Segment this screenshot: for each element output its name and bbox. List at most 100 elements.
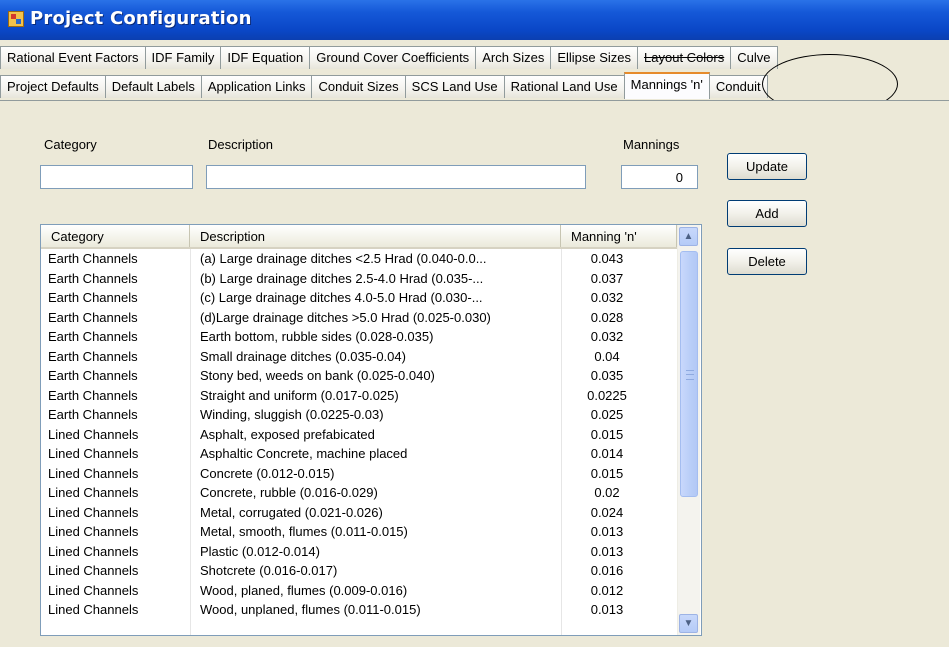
table-row[interactable]: Lined Channels Shotcrete (0.016-0.017) 0.0… (41, 561, 677, 581)
category-label: Category (44, 137, 97, 152)
cell-manning-n: 0.02 (594, 485, 620, 500)
cell-category: Lined Channels (48, 563, 139, 578)
cell-description: Plastic (0.012-0.014) (200, 543, 320, 559)
project-configuration-window: Project Configuration Rational Event Fac… (0, 0, 949, 647)
table-row[interactable]: Lined Channels Asphaltic Concrete, machin… (41, 444, 677, 464)
tab-row-2: Project Defaults Default Labels Applicatio… (0, 72, 768, 100)
tab-layout-colors[interactable]: Layout Colors (637, 46, 732, 69)
tab-culverts[interactable]: Culve (730, 46, 778, 69)
table-row[interactable]: Earth Channels Earth bottom, rubble sides… (41, 327, 677, 347)
cell-description: Concrete, rubble (0.016-0.029) (200, 485, 378, 500)
cell-category: Lined Channels (48, 446, 139, 461)
cell-manning-n: 0.032 (590, 329, 624, 344)
column-header-description[interactable]: Description (190, 225, 561, 247)
category-input[interactable] (40, 165, 193, 189)
cell-category: Lined Channels (48, 504, 139, 520)
cell-description: Wood, planed, flumes (0.009-0.016) (200, 582, 408, 598)
tab-row-1: Rational Event Factors IDF Family IDF Equa… (0, 46, 778, 72)
cell-description: Winding, sluggish (0.0225-0.03) (200, 407, 384, 422)
cell-manning-n: 0.024 (590, 504, 624, 520)
table-row[interactable]: Lined Channels Wood, unplaned, flumes (0.… (41, 600, 677, 620)
cell-manning-n: 0.035 (590, 368, 624, 383)
table-row[interactable]: Lined Channels Wood, planed, flumes (0.00… (41, 581, 677, 601)
scrollbar-thumb[interactable] (680, 251, 698, 497)
column-header-manning-n[interactable]: Manning 'n' (561, 225, 677, 247)
title-bar[interactable]: Project Configuration (0, 0, 949, 40)
cell-description: (d)Large drainage ditches >5.0 Hrad (0.0… (200, 309, 491, 325)
cell-manning-n: 0.0225 (587, 387, 627, 403)
cell-description: (a) Large drainage ditches <2.5 Hrad (0.… (200, 251, 487, 266)
description-input[interactable] (206, 165, 586, 189)
tab-mannings-n[interactable]: Mannings 'n' (623, 72, 710, 99)
table-row[interactable]: Lined Channels Asphalt, exposed prefabica… (41, 425, 677, 445)
table-row[interactable]: Lined Channels Plastic (0.012-0.014) 0.013 (41, 542, 677, 562)
cell-description: (c) Large drainage ditches 4.0-5.0 Hrad … (200, 290, 483, 305)
mannings-grid[interactable]: Category Description Manning 'n' Earth C… (40, 224, 702, 636)
cell-manning-n: 0.013 (590, 543, 624, 559)
cell-category: Lined Channels (48, 485, 139, 500)
grid-body: Earth Channels (a) Large drainage ditches… (41, 249, 677, 620)
tab-default-labels[interactable]: Default Labels (104, 75, 202, 98)
scroll-up-arrow-icon[interactable]: ▲ (679, 227, 698, 246)
cell-category: Lined Channels (48, 524, 139, 539)
table-row[interactable]: Lined Channels Concrete, rubble (0.016-0.… (41, 483, 677, 503)
table-row[interactable]: Earth Channels (c) Large drainage ditches… (41, 288, 677, 308)
cell-description: Shotcrete (0.016-0.017) (200, 563, 338, 578)
tab-idf-equation[interactable]: IDF Equation (220, 46, 311, 69)
cell-manning-n: 0.014 (590, 446, 624, 461)
tab-rational-event-factors[interactable]: Rational Event Factors (0, 46, 146, 69)
cell-manning-n: 0.013 (590, 602, 624, 617)
scroll-down-arrow-icon[interactable]: ▼ (679, 614, 698, 633)
tab-ellipse-sizes[interactable]: Ellipse Sizes (550, 46, 639, 69)
tab-ground-cover-coefficients[interactable]: Ground Cover Coefficients (309, 46, 477, 69)
cell-category: Earth Channels (48, 270, 138, 286)
tab-rational-land-use[interactable]: Rational Land Use (503, 75, 625, 98)
delete-button[interactable]: Delete (727, 248, 807, 275)
tab-application-links[interactable]: Application Links (200, 75, 313, 98)
cell-category: Lined Channels (48, 465, 139, 481)
cell-category: Lined Channels (48, 602, 139, 617)
add-button[interactable]: Add (727, 200, 807, 227)
update-button[interactable]: Update (727, 153, 807, 180)
table-row[interactable]: Earth Channels Straight and uniform (0.01… (41, 386, 677, 406)
table-row[interactable]: Earth Channels (b) Large drainage ditches… (41, 269, 677, 289)
tab-conduit-sizes[interactable]: Conduit Sizes (311, 75, 406, 98)
table-row[interactable]: Earth Channels Small drainage ditches (0.… (41, 347, 677, 367)
window-title: Project Configuration (30, 8, 252, 29)
cell-description: Wood, unplaned, flumes (0.011-0.015) (200, 602, 421, 617)
cell-description: Metal, corrugated (0.021-0.026) (200, 504, 383, 520)
cell-manning-n: 0.032 (590, 290, 624, 305)
tab-project-defaults[interactable]: Project Defaults (0, 75, 106, 98)
vertical-scrollbar[interactable]: ▲ ▼ (677, 225, 700, 635)
cell-category: Earth Channels (48, 309, 138, 325)
grid-header: Category Description Manning 'n' (41, 225, 677, 249)
table-row[interactable]: Lined Channels Metal, corrugated (0.021-0… (41, 503, 677, 523)
table-row[interactable]: Lined Channels Concrete (0.012-0.015) 0.01… (41, 464, 677, 484)
tab-conduit[interactable]: Conduit (708, 75, 768, 98)
tab-layout-colors-label: Layout Colors (644, 50, 725, 65)
cell-manning-n: 0.016 (590, 563, 624, 578)
cell-manning-n: 0.013 (590, 524, 624, 539)
cell-category: Earth Channels (48, 329, 138, 344)
table-row[interactable]: Lined Channels Metal, smooth, flumes (0.0… (41, 522, 677, 542)
tab-scs-land-use[interactable]: SCS Land Use (404, 75, 505, 98)
table-row[interactable]: Earth Channels Winding, sluggish (0.0225-… (41, 405, 677, 425)
cell-category: Lined Channels (48, 582, 139, 598)
cell-manning-n: 0.04 (594, 348, 620, 364)
mannings-input[interactable] (621, 165, 698, 189)
cell-category: Lined Channels (48, 426, 139, 442)
description-label: Description (208, 137, 274, 152)
cell-description: (b) Large drainage ditches 2.5-4.0 Hrad … (200, 270, 484, 286)
table-row[interactable]: Earth Channels (a) Large drainage ditches… (41, 249, 677, 269)
cell-category: Earth Channels (48, 251, 138, 266)
cell-description: Metal, smooth, flumes (0.011-0.015) (200, 524, 408, 539)
table-row[interactable]: Earth Channels Stony bed, weeds on bank (… (41, 366, 677, 386)
tab-arch-sizes[interactable]: Arch Sizes (475, 46, 552, 69)
cell-manning-n: 0.037 (590, 270, 624, 286)
column-header-category[interactable]: Category (41, 225, 190, 247)
cell-description: Straight and uniform (0.017-0.025) (200, 387, 399, 403)
cell-category: Earth Channels (48, 387, 138, 403)
table-row[interactable]: Earth Channels (d)Large drainage ditches … (41, 308, 677, 328)
cell-manning-n: 0.015 (590, 426, 624, 442)
tab-idf-family[interactable]: IDF Family (144, 46, 222, 69)
